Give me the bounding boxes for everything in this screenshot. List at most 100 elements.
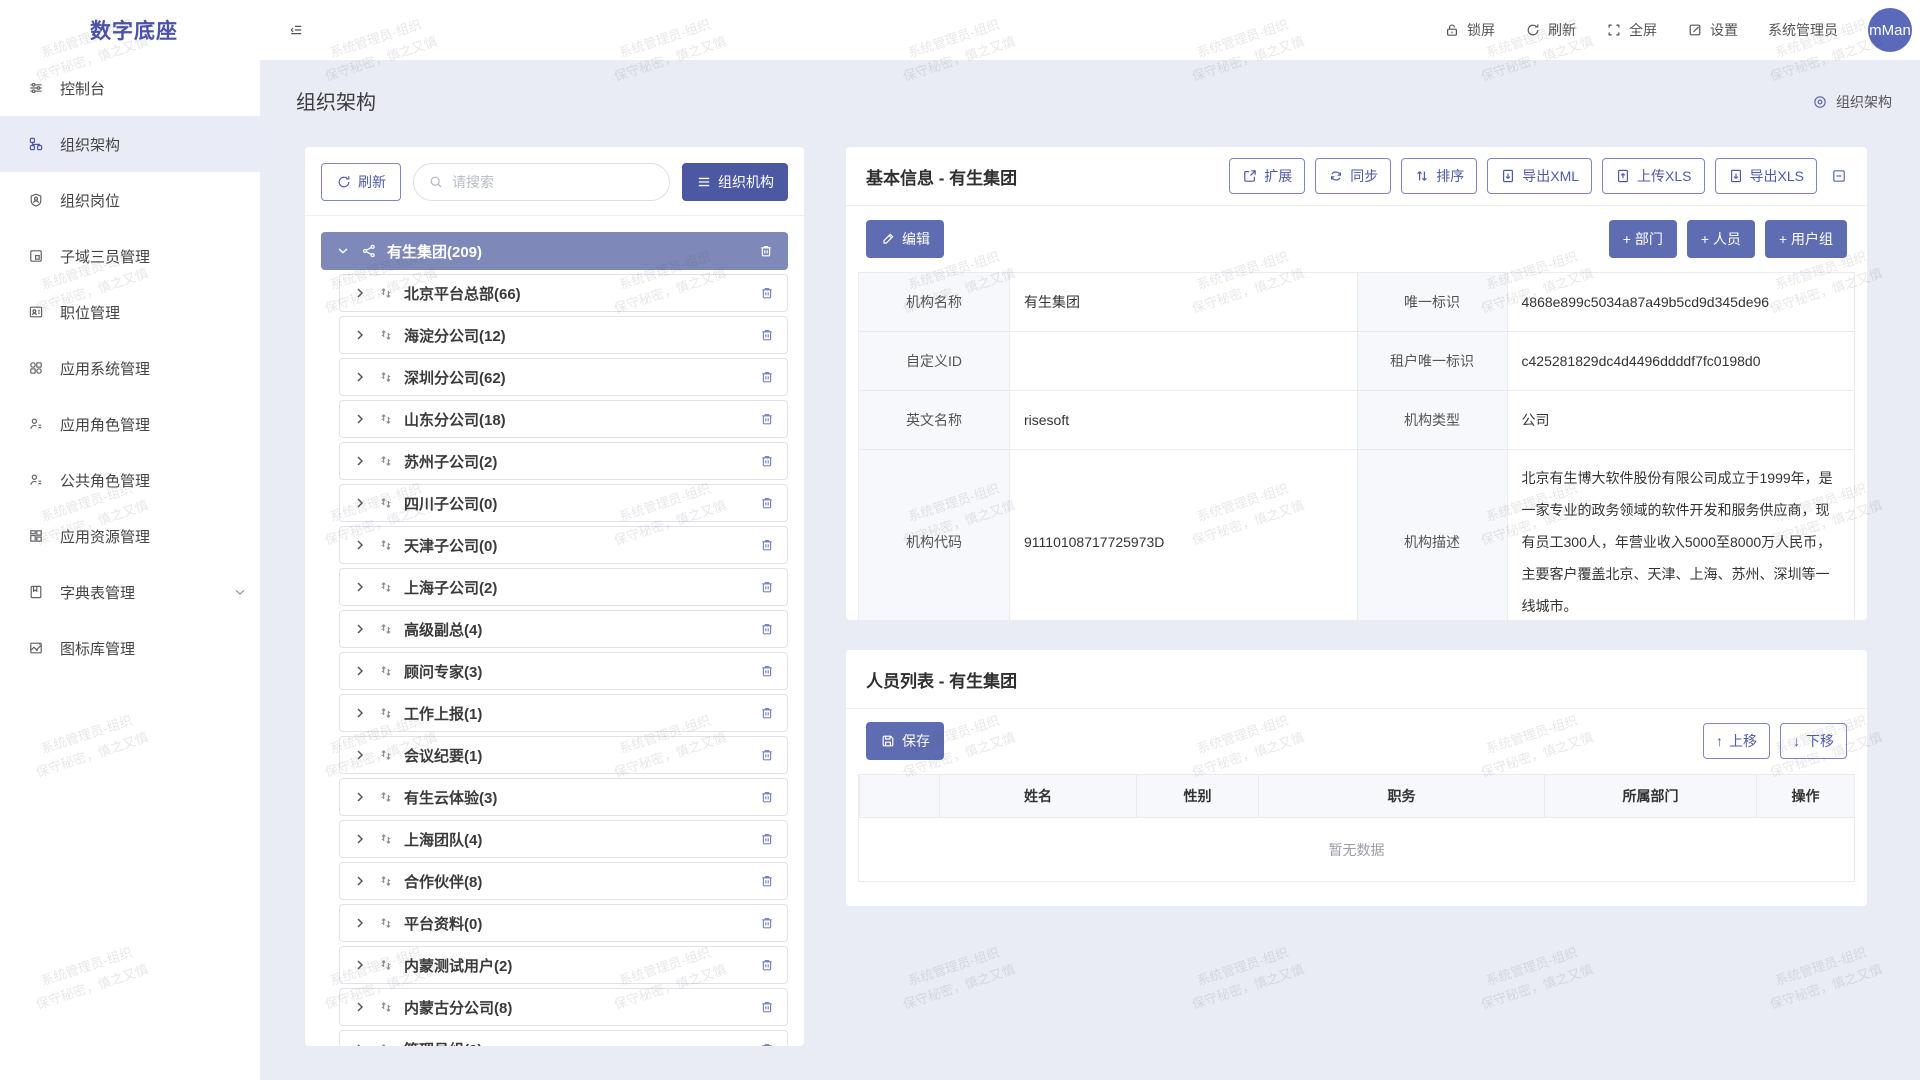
delete-icon[interactable] — [759, 579, 775, 595]
username-label[interactable]: 系统管理员 — [1768, 20, 1838, 40]
sort-button[interactable]: 排序 — [1401, 158, 1477, 194]
drag-handle-icon[interactable] — [378, 285, 394, 301]
tree-node[interactable]: 平台资料(0) — [339, 904, 788, 942]
tree-node[interactable]: 工作上报(1) — [339, 694, 788, 732]
export-xls-button[interactable]: 导出XLS — [1715, 158, 1817, 194]
tree-node[interactable]: 深圳分公司(62) — [339, 358, 788, 396]
menu-fold-icon[interactable] — [288, 22, 304, 38]
sidebar-item-console[interactable]: 控制台 — [0, 60, 260, 116]
delete-icon[interactable] — [759, 285, 775, 301]
move-up-button[interactable]: ↑ 上移 — [1703, 723, 1770, 759]
user-avatar[interactable]: mMan — [1868, 8, 1912, 52]
tree-node[interactable]: 管理员组(9) — [339, 1030, 788, 1046]
delete-icon[interactable] — [759, 705, 775, 721]
drag-handle-icon[interactable] — [378, 621, 394, 637]
drag-handle-icon[interactable] — [378, 957, 394, 973]
delete-icon[interactable] — [759, 999, 775, 1015]
lock-screen-button[interactable]: 锁屏 — [1444, 20, 1495, 40]
drag-handle-icon[interactable] — [378, 705, 394, 721]
move-down-button[interactable]: ↓ 下移 — [1780, 723, 1847, 759]
delete-icon[interactable] — [759, 747, 775, 763]
delete-icon[interactable] — [759, 537, 775, 553]
chevron-right-icon[interactable] — [352, 705, 368, 721]
drag-handle-icon[interactable] — [378, 999, 394, 1015]
delete-icon[interactable] — [759, 453, 775, 469]
tree-node[interactable]: 四川子公司(0) — [339, 484, 788, 522]
delete-icon[interactable] — [759, 411, 775, 427]
drag-handle-icon[interactable] — [378, 873, 394, 889]
sync-button[interactable]: 同步 — [1315, 158, 1391, 194]
chevron-right-icon[interactable] — [352, 663, 368, 679]
tree-search-input[interactable] — [452, 174, 655, 190]
drag-handle-icon[interactable] — [378, 453, 394, 469]
chevron-right-icon[interactable] — [352, 495, 368, 511]
chevron-right-icon[interactable] — [352, 453, 368, 469]
tree-node[interactable]: 顾问专家(3) — [339, 652, 788, 690]
chevron-right-icon[interactable] — [352, 621, 368, 637]
delete-icon[interactable] — [759, 831, 775, 847]
refresh-button[interactable]: 刷新 — [1525, 20, 1576, 40]
sidebar-item-app-role[interactable]: 应用角色管理 — [0, 396, 260, 452]
chevron-right-icon[interactable] — [352, 537, 368, 553]
tree-refresh-button[interactable]: 刷新 — [321, 163, 401, 201]
chevron-right-icon[interactable] — [352, 369, 368, 385]
chevron-right-icon[interactable] — [352, 1041, 368, 1046]
settings-button[interactable]: 设置 — [1687, 20, 1738, 40]
tree-node[interactable]: 内蒙古分公司(8) — [339, 988, 788, 1026]
chevron-right-icon[interactable] — [352, 327, 368, 343]
delete-icon[interactable] — [759, 663, 775, 679]
sidebar-item-org-structure[interactable]: 组织架构 — [0, 116, 260, 172]
delete-icon[interactable] — [759, 1041, 775, 1046]
chevron-down-icon[interactable] — [335, 243, 351, 259]
drag-handle-icon[interactable] — [378, 411, 394, 427]
tree-node[interactable]: 苏州子公司(2) — [339, 442, 788, 480]
drag-handle-icon[interactable] — [378, 831, 394, 847]
delete-icon[interactable] — [759, 621, 775, 637]
chevron-right-icon[interactable] — [352, 915, 368, 931]
tree-node[interactable]: 有生云体验(3) — [339, 778, 788, 816]
add-department-button[interactable]: + 部门 — [1609, 220, 1677, 258]
tree-node[interactable]: 山东分公司(18) — [339, 400, 788, 438]
delete-icon[interactable] — [759, 915, 775, 931]
sidebar-item-icon-library[interactable]: 图标库管理 — [0, 620, 260, 676]
tree-node[interactable]: 天津子公司(0) — [339, 526, 788, 564]
drag-handle-icon[interactable] — [378, 327, 394, 343]
chevron-right-icon[interactable] — [352, 957, 368, 973]
delete-icon[interactable] — [759, 789, 775, 805]
export-xml-button[interactable]: 导出XML — [1487, 158, 1592, 194]
tree-node[interactable]: 北京平台总部(66) — [339, 274, 788, 312]
chevron-right-icon[interactable] — [352, 747, 368, 763]
drag-handle-icon[interactable] — [378, 1041, 394, 1046]
drag-handle-icon[interactable] — [378, 369, 394, 385]
drag-handle-icon[interactable] — [378, 915, 394, 931]
sidebar-item-subdomain-admin[interactable]: 子域三员管理 — [0, 228, 260, 284]
tree-node[interactable]: 上海团队(4) — [339, 820, 788, 858]
fullscreen-button[interactable]: 全屏 — [1606, 20, 1657, 40]
tree-node[interactable]: 内蒙测试用户(2) — [339, 946, 788, 984]
add-usergroup-button[interactable]: + 用户组 — [1765, 220, 1847, 258]
sidebar-item-app-system[interactable]: 应用系统管理 — [0, 340, 260, 396]
delete-icon[interactable] — [758, 243, 774, 259]
sidebar-item-public-role[interactable]: 公共角色管理 — [0, 452, 260, 508]
sidebar-item-position-management[interactable]: 职位管理 — [0, 284, 260, 340]
tree-node[interactable]: 高级副总(4) — [339, 610, 788, 648]
delete-icon[interactable] — [759, 327, 775, 343]
drag-handle-icon[interactable] — [378, 495, 394, 511]
chevron-right-icon[interactable] — [352, 789, 368, 805]
chevron-right-icon[interactable] — [352, 285, 368, 301]
add-person-button[interactable]: + 人员 — [1687, 220, 1755, 258]
upload-xls-button[interactable]: 上传XLS — [1602, 158, 1704, 194]
tree-node[interactable]: 合作伙伴(8) — [339, 862, 788, 900]
drag-handle-icon[interactable] — [378, 663, 394, 679]
edit-button[interactable]: 编辑 — [866, 220, 944, 258]
drag-handle-icon[interactable] — [378, 579, 394, 595]
tree-node[interactable]: 会议纪要(1) — [339, 736, 788, 774]
delete-icon[interactable] — [759, 369, 775, 385]
drag-handle-icon[interactable] — [378, 537, 394, 553]
chevron-right-icon[interactable] — [352, 873, 368, 889]
expand-button[interactable]: 扩展 — [1229, 158, 1305, 194]
tree-root-node[interactable]: 有生集团(209) — [321, 232, 788, 270]
collapse-panel-icon[interactable] — [1831, 168, 1847, 184]
chevron-right-icon[interactable] — [352, 411, 368, 427]
tree-node[interactable]: 上海子公司(2) — [339, 568, 788, 606]
